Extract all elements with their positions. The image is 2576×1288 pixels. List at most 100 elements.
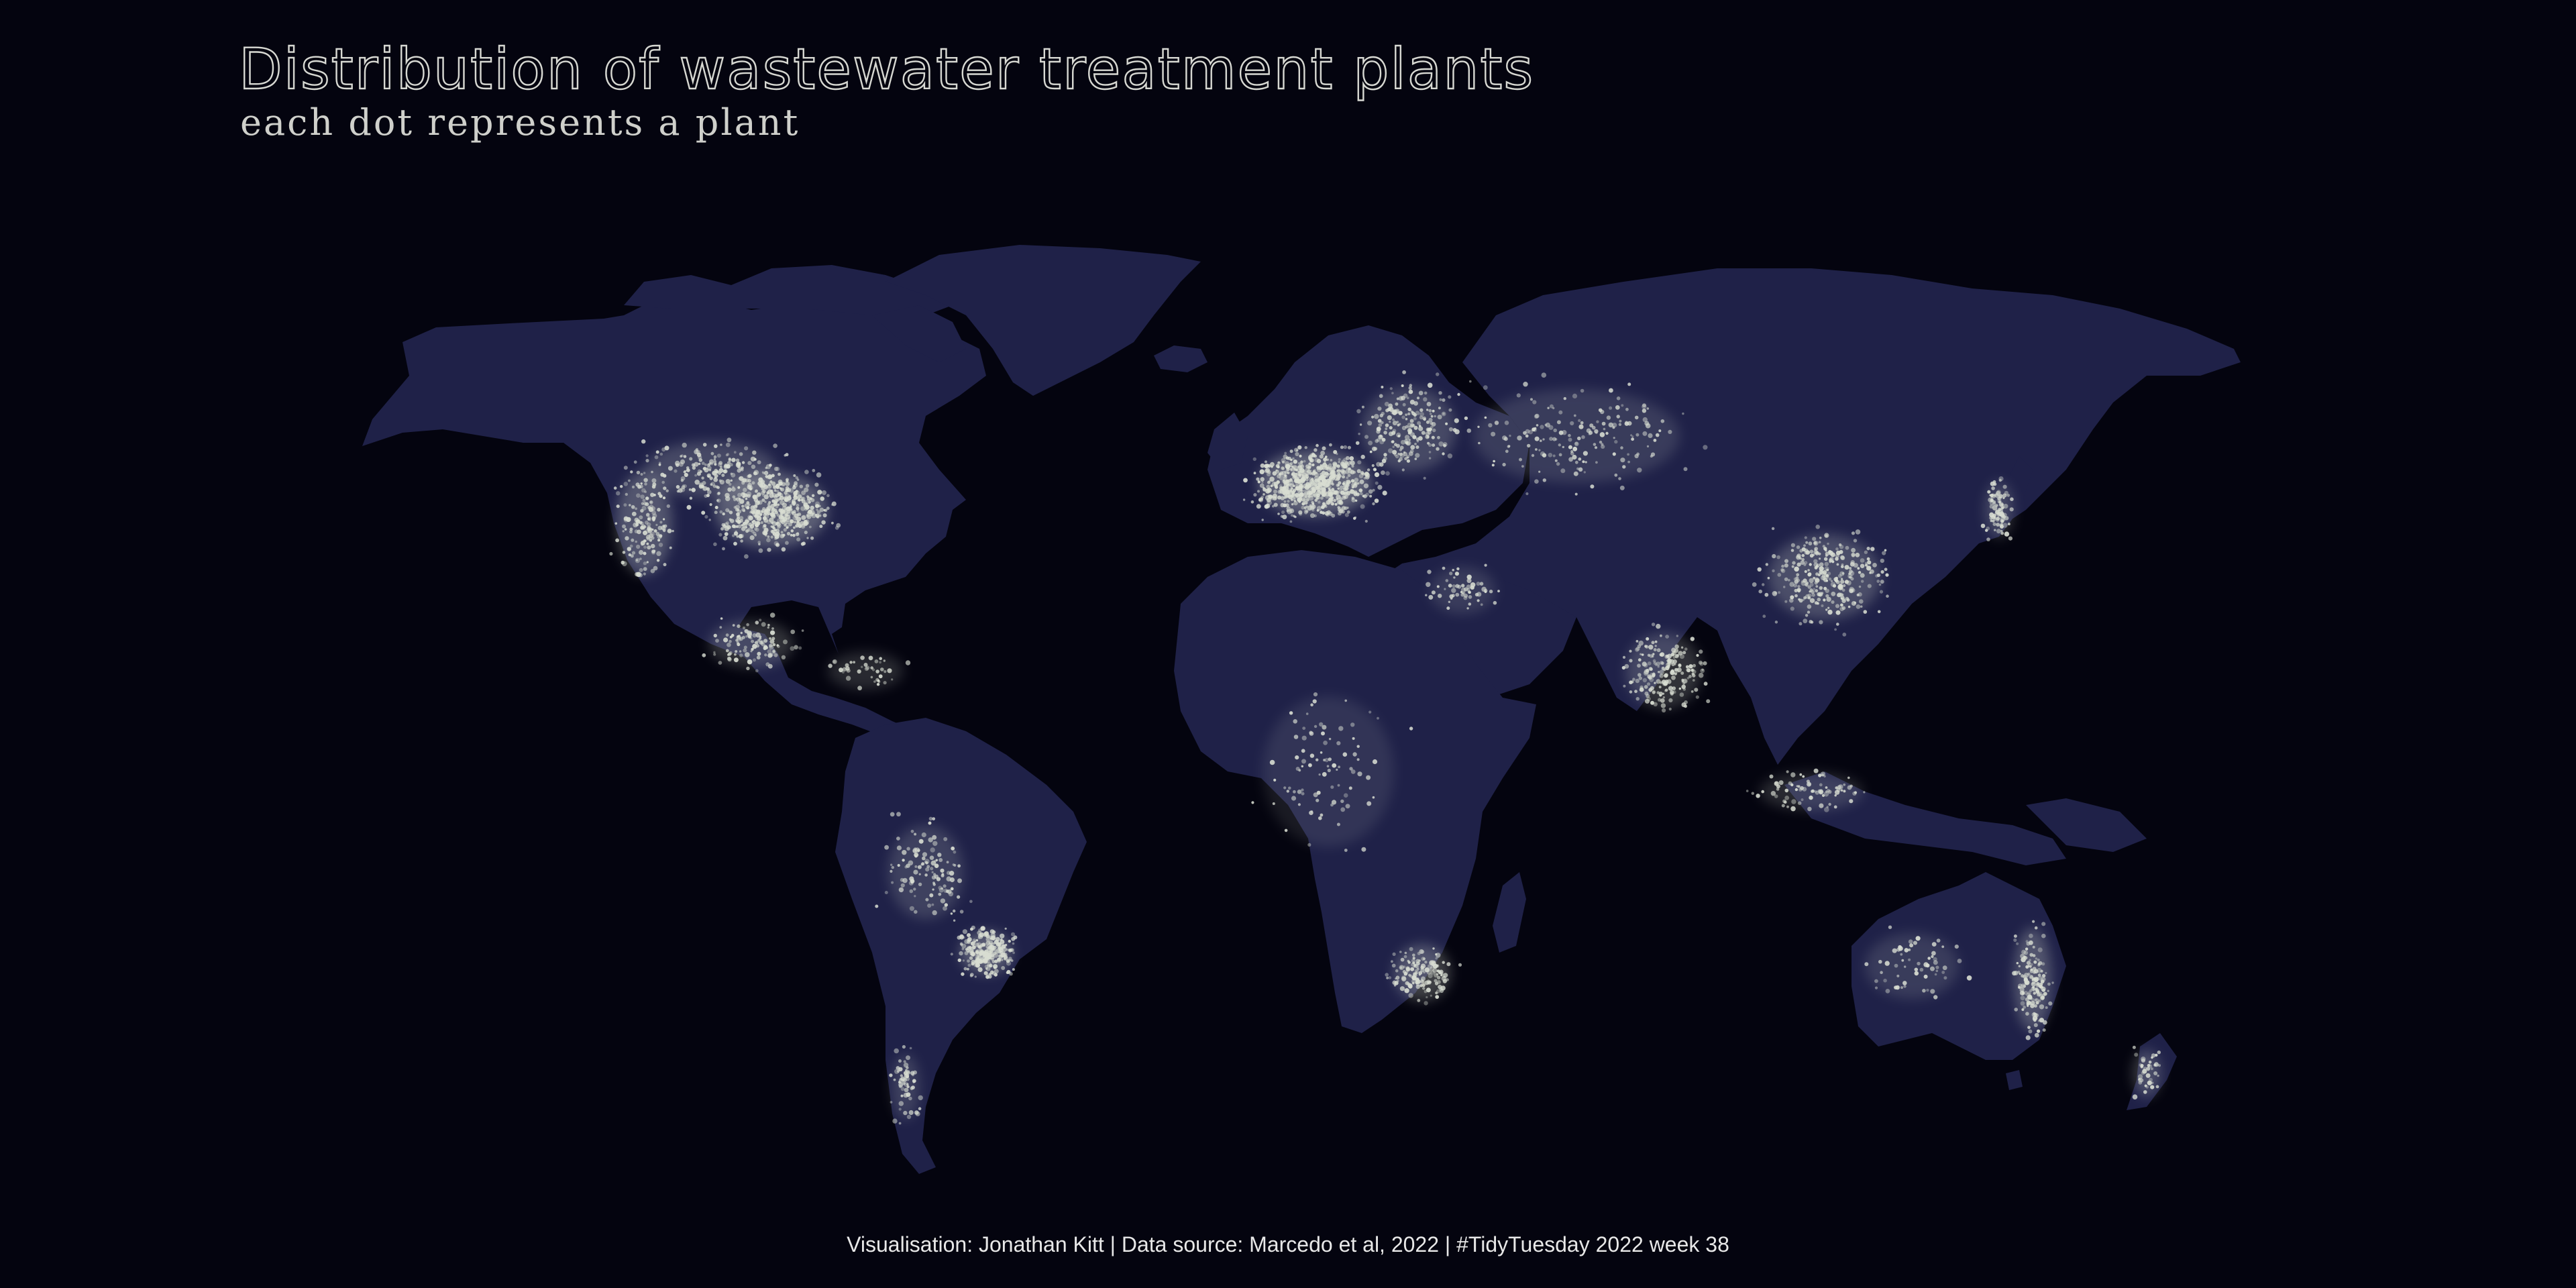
plant-dot xyxy=(1696,653,1699,657)
plant-dot xyxy=(759,513,763,517)
plant-dot xyxy=(1313,514,1317,518)
plant-dot xyxy=(1289,711,1293,715)
plant-dot xyxy=(644,521,649,525)
plant-dot xyxy=(969,956,973,960)
plant-dot xyxy=(739,516,744,521)
plant-dot xyxy=(1658,698,1662,702)
plant-dot xyxy=(902,1077,907,1083)
plant-dot xyxy=(1271,481,1277,487)
plant-dot xyxy=(730,472,733,475)
plant-dot xyxy=(1624,663,1629,669)
plant-dot xyxy=(1659,681,1662,684)
plant-dot xyxy=(748,523,753,527)
plant-dot xyxy=(1686,667,1690,672)
plant-dot xyxy=(893,1078,896,1081)
plant-dot xyxy=(1640,685,1644,690)
plant-dot xyxy=(1422,957,1426,961)
plant-dot xyxy=(1436,447,1440,451)
plant-dot xyxy=(658,543,663,547)
plant-dot xyxy=(906,847,910,851)
plant-dot xyxy=(770,535,773,539)
plant-dot xyxy=(1371,464,1375,468)
plant-dot xyxy=(832,659,837,664)
plant-dot xyxy=(710,483,713,486)
plant-dot xyxy=(906,1114,912,1120)
plant-dot xyxy=(1817,597,1821,602)
plant-dot xyxy=(1527,443,1531,448)
plant-dot xyxy=(1867,560,1872,565)
plant-dot xyxy=(1336,741,1341,745)
plant-dot xyxy=(1417,951,1421,955)
plant-dot xyxy=(1622,465,1626,469)
plant-dot xyxy=(645,459,649,463)
plant-dot xyxy=(1359,479,1364,484)
plant-dot xyxy=(1519,458,1522,462)
plant-dot xyxy=(1683,467,1688,472)
plant-dot xyxy=(1432,428,1436,433)
plant-dot xyxy=(769,612,775,618)
plant-dot xyxy=(1807,806,1812,812)
plant-dot xyxy=(1778,780,1784,786)
plant-dot xyxy=(1542,453,1547,458)
plant-dot xyxy=(1923,974,1928,979)
plant-dot xyxy=(2021,957,2026,963)
plant-dot xyxy=(1319,454,1324,459)
plant-dot xyxy=(950,887,954,891)
plant-dot xyxy=(1356,409,1361,414)
plant-dot xyxy=(1316,468,1322,472)
plant-dot xyxy=(1803,544,1806,547)
plant-dot xyxy=(1346,476,1349,480)
plant-dot xyxy=(1447,453,1453,459)
plant-dot xyxy=(719,626,722,629)
plant-dot xyxy=(1305,478,1309,482)
plant-dot xyxy=(1297,445,1302,450)
plant-dot xyxy=(1588,433,1591,435)
plant-dot xyxy=(983,955,985,958)
plant-dot xyxy=(1409,986,1411,989)
plant-dot xyxy=(1902,981,1907,985)
plant-dot xyxy=(1300,460,1303,464)
plant-dot xyxy=(950,912,953,915)
plant-dot xyxy=(931,875,936,880)
plant-dot xyxy=(1313,448,1318,452)
plant-dot xyxy=(898,1067,903,1072)
plant-dot xyxy=(724,464,728,469)
plant-dot xyxy=(1790,772,1796,777)
plant-dot xyxy=(740,539,743,543)
plant-dot xyxy=(801,629,804,632)
plant-dot xyxy=(1426,582,1431,587)
plant-dot xyxy=(1401,415,1405,419)
plant-dot xyxy=(723,469,728,474)
plant-dot xyxy=(1361,405,1364,409)
plant-dot xyxy=(1426,402,1432,407)
plant-dot xyxy=(708,519,711,521)
plant-dot xyxy=(1996,517,2000,521)
plant-dot xyxy=(969,973,974,977)
plant-dot xyxy=(1261,481,1264,484)
plant-dot xyxy=(1578,467,1583,472)
plant-dot xyxy=(781,520,786,525)
plant-dot xyxy=(1703,682,1708,686)
plant-dot xyxy=(1819,537,1822,539)
plant-dot xyxy=(931,871,934,873)
plant-dot xyxy=(912,848,918,853)
plant-dot xyxy=(1538,470,1541,473)
plant-dot xyxy=(659,452,663,456)
plant-dot xyxy=(1998,502,2004,506)
plant-dot xyxy=(1692,679,1695,682)
plant-dot xyxy=(1870,547,1875,551)
plant-dot xyxy=(957,864,961,868)
plant-dot xyxy=(1350,722,1355,727)
plant-dot xyxy=(1316,758,1319,761)
plant-dot xyxy=(1666,662,1671,667)
plant-dot xyxy=(1344,461,1349,465)
plant-dot xyxy=(1809,598,1815,603)
plant-dot xyxy=(1303,509,1309,514)
plant-dot xyxy=(631,511,637,517)
plant-dot xyxy=(1257,480,1261,484)
plant-dot xyxy=(1784,577,1788,582)
plant-dot xyxy=(1917,961,1921,966)
plant-dot xyxy=(1358,488,1363,492)
plant-dot xyxy=(819,507,824,513)
plant-dot xyxy=(1414,443,1417,445)
